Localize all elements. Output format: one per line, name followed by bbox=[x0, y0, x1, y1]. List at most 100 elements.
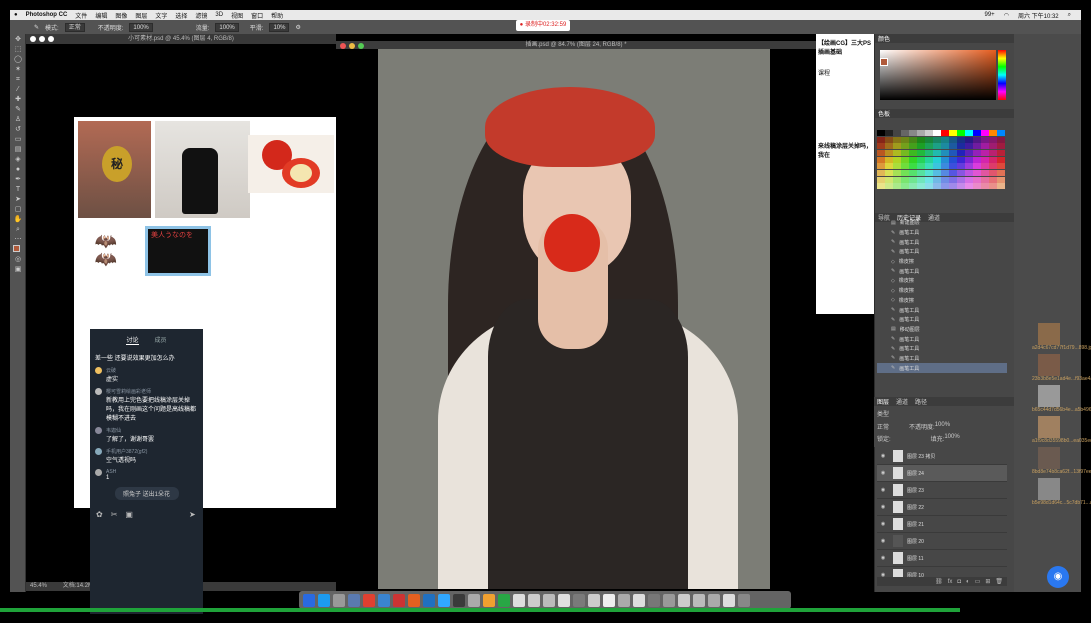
swatch[interactable] bbox=[981, 183, 989, 190]
swatch[interactable] bbox=[941, 163, 949, 170]
layer-kind-select[interactable]: 类型 bbox=[877, 412, 889, 418]
lasso-tool-icon[interactable]: ◯ bbox=[13, 55, 23, 64]
swatch[interactable] bbox=[941, 156, 949, 163]
menu-select[interactable]: 选择 bbox=[175, 11, 187, 20]
dock-app-icon[interactable] bbox=[468, 593, 480, 607]
swatch[interactable] bbox=[949, 169, 957, 176]
swatch[interactable] bbox=[989, 183, 997, 190]
history-step[interactable]: ◇ 橡皮擦 bbox=[877, 286, 1007, 296]
swatch[interactable] bbox=[949, 143, 957, 150]
dodge-icon[interactable]: ● bbox=[13, 165, 23, 174]
blur-icon[interactable]: ◈ bbox=[13, 155, 23, 164]
swatch[interactable] bbox=[965, 143, 973, 150]
history-step[interactable]: ✎ 画笔工具 bbox=[877, 354, 1007, 364]
swatch[interactable] bbox=[973, 163, 981, 170]
history-step[interactable]: ✎ 画笔工具 bbox=[877, 247, 1007, 257]
layer-row[interactable]: ◉ 图层 22 bbox=[877, 499, 1007, 516]
swatch[interactable] bbox=[973, 136, 981, 143]
dock-app-icon[interactable] bbox=[543, 593, 555, 607]
zoom-button[interactable] bbox=[48, 36, 54, 42]
gear-icon[interactable]: ⚙ bbox=[295, 24, 300, 31]
image-icon[interactable]: ▣ bbox=[125, 510, 133, 519]
swatch[interactable] bbox=[933, 149, 941, 156]
foreground-color[interactable] bbox=[13, 245, 20, 252]
swatch[interactable] bbox=[909, 156, 917, 163]
send-icon[interactable]: ➤ bbox=[189, 510, 196, 519]
swatch[interactable] bbox=[949, 156, 957, 163]
flower-icon[interactable]: ✿ bbox=[96, 510, 103, 519]
menu-view[interactable]: 视图 bbox=[231, 11, 243, 20]
smooth-field[interactable]: 10% bbox=[269, 22, 290, 32]
layer-row[interactable]: ◉ 图层 20 bbox=[877, 533, 1007, 550]
swatch[interactable] bbox=[925, 156, 933, 163]
eye-icon[interactable]: ◉ bbox=[877, 555, 889, 561]
shape-tool-icon[interactable]: ▢ bbox=[13, 205, 23, 214]
eye-icon[interactable]: ◉ bbox=[877, 538, 889, 544]
dock-app-icon[interactable] bbox=[498, 593, 510, 607]
dock-app-icon[interactable] bbox=[393, 593, 405, 607]
blend-mode-select[interactable]: 正常 bbox=[877, 422, 889, 431]
swatch[interactable] bbox=[989, 169, 997, 176]
swatch[interactable] bbox=[877, 130, 885, 136]
swatch[interactable] bbox=[997, 130, 1005, 136]
swatch[interactable] bbox=[917, 176, 925, 183]
eye-icon[interactable]: ◉ bbox=[877, 470, 889, 476]
swatch[interactable] bbox=[957, 156, 965, 163]
swatch[interactable] bbox=[997, 149, 1005, 156]
eye-icon[interactable]: ◉ bbox=[877, 453, 889, 459]
new-layer-icon[interactable]: ⊞ bbox=[985, 578, 990, 585]
gradient-icon[interactable]: ▤ bbox=[13, 145, 23, 154]
menu-window[interactable]: 窗口 bbox=[251, 11, 263, 20]
path-select-icon[interactable]: ➤ bbox=[13, 195, 23, 204]
swatch[interactable] bbox=[973, 156, 981, 163]
adjustment-icon[interactable]: ◐ bbox=[966, 579, 970, 585]
swatch[interactable] bbox=[893, 156, 901, 163]
history-step[interactable]: ✎ 画笔工具 bbox=[877, 305, 1007, 315]
swatch[interactable] bbox=[941, 143, 949, 150]
swatch[interactable] bbox=[997, 156, 1005, 163]
dock-app-icon[interactable] bbox=[378, 593, 390, 607]
dock-app-icon[interactable] bbox=[618, 593, 630, 607]
history-step[interactable]: ✎ 画笔工具 bbox=[877, 344, 1007, 354]
history-step[interactable]: ◇ 橡皮擦 bbox=[877, 276, 1007, 286]
illustration-canvas[interactable] bbox=[378, 49, 770, 589]
swatch[interactable] bbox=[901, 169, 909, 176]
dock-app-icon[interactable] bbox=[303, 593, 315, 607]
tab-members[interactable]: 成员 bbox=[155, 335, 167, 345]
swatch[interactable] bbox=[925, 130, 933, 136]
swatch[interactable] bbox=[997, 176, 1005, 183]
swatch[interactable] bbox=[989, 143, 997, 150]
history-step[interactable]: ▤ 新建图层 bbox=[877, 218, 1007, 228]
swatch[interactable] bbox=[893, 163, 901, 170]
layer-row[interactable]: ◉ 图层 23 bbox=[877, 482, 1007, 499]
swatch[interactable] bbox=[893, 183, 901, 190]
tab-channels-2[interactable]: 通道 bbox=[896, 397, 908, 406]
swatch[interactable] bbox=[973, 130, 981, 136]
tab-discussion[interactable]: 讨论 bbox=[126, 335, 139, 345]
swatch[interactable] bbox=[901, 149, 909, 156]
swatch[interactable] bbox=[933, 163, 941, 170]
brush-icon[interactable]: ✎ bbox=[13, 105, 23, 114]
wifi-icon[interactable]: ◠ bbox=[1004, 12, 1009, 19]
chat-bubble-button[interactable]: ◉ bbox=[1047, 566, 1069, 588]
dock-app-icon[interactable] bbox=[603, 593, 615, 607]
magic-wand-icon[interactable]: ✶ bbox=[13, 65, 23, 74]
swatch[interactable] bbox=[933, 176, 941, 183]
pen-icon[interactable]: ✒ bbox=[13, 175, 23, 184]
crop-tool-icon[interactable]: ⌗ bbox=[13, 75, 23, 84]
dock-app-icon[interactable] bbox=[573, 593, 585, 607]
flow-field[interactable]: 100% bbox=[215, 22, 239, 32]
swatch[interactable] bbox=[885, 183, 893, 190]
swatch[interactable] bbox=[957, 176, 965, 183]
dock-app-icon[interactable] bbox=[423, 593, 435, 607]
swatch[interactable] bbox=[877, 183, 885, 190]
file-item[interactable]: b65c44d7d56b4e...a5b496...9.jpeg bbox=[1014, 385, 1091, 413]
swatch[interactable] bbox=[933, 136, 941, 143]
swatch[interactable] bbox=[989, 163, 997, 170]
dock-app-icon[interactable] bbox=[723, 593, 735, 607]
swatch[interactable] bbox=[909, 163, 917, 170]
swatch[interactable] bbox=[893, 136, 901, 143]
layer-row[interactable]: ◉ 图层 21 bbox=[877, 516, 1007, 533]
swatch[interactable] bbox=[997, 136, 1005, 143]
dock-app-icon[interactable] bbox=[363, 593, 375, 607]
